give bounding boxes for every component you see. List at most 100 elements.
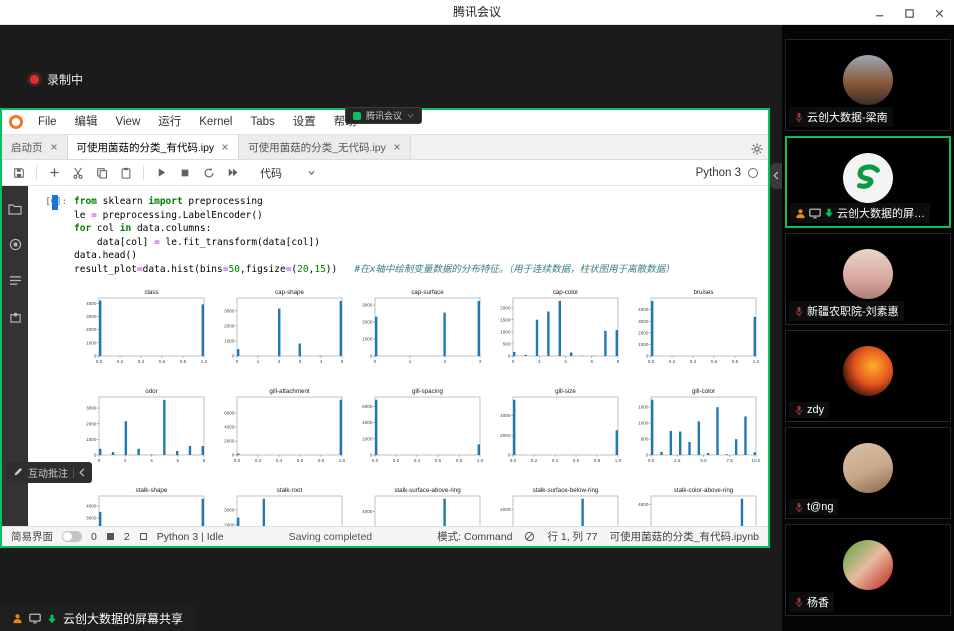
menu-item-6[interactable]: 设置 <box>284 110 325 135</box>
divider <box>73 468 74 478</box>
paste-icon[interactable] <box>119 166 133 178</box>
histogram-gill-color: gill-color0500100015000.02.55.07.510.0 <box>626 385 762 476</box>
mic-muted-icon <box>794 501 804 513</box>
svg-text:bruises: bruises <box>694 289 714 296</box>
participant-tile-4[interactable]: t@ng <box>785 427 951 519</box>
svg-text:2000: 2000 <box>638 330 649 335</box>
toolbar-separator <box>36 165 37 180</box>
extension-icon[interactable] <box>9 308 22 326</box>
stop-icon[interactable] <box>178 167 192 179</box>
svg-text:1000: 1000 <box>638 421 649 426</box>
tab-1[interactable]: 可使用菌菇的分类_有代码.ipy <box>68 135 240 159</box>
svg-text:0: 0 <box>370 354 373 359</box>
toc-icon[interactable] <box>9 272 22 290</box>
svg-text:cap-shape: cap-shape <box>275 289 304 296</box>
command-mode-label[interactable]: 模式: Command <box>437 529 512 544</box>
histogram-class: class010002000300040000.00.20.40.60.81.0 <box>74 286 210 377</box>
close-tab-icon[interactable] <box>393 142 401 153</box>
restart-icon[interactable] <box>202 166 216 178</box>
histogram-cap-shape: cap-shape0100020003000012345 <box>212 286 348 377</box>
svg-text:4000: 4000 <box>362 509 373 514</box>
maximize-button[interactable] <box>894 0 924 25</box>
svg-text:0: 0 <box>646 354 649 359</box>
svg-text:0.4: 0.4 <box>138 359 145 364</box>
svg-text:2: 2 <box>278 359 281 364</box>
kernel-indicator[interactable]: Python 3 <box>696 167 758 179</box>
svg-text:cap-surface: cap-surface <box>411 289 444 296</box>
statusbar-filename: 可使用菌菇的分类_有代码.ipynb <box>610 529 759 544</box>
svg-text:0.2: 0.2 <box>531 458 538 463</box>
tab-2[interactable]: 可使用菌菇的分类_无代码.ipy <box>239 135 411 159</box>
share-arrow-icon <box>47 611 57 625</box>
close-tab-icon[interactable] <box>50 142 58 153</box>
svg-text:6000: 6000 <box>362 404 373 409</box>
menu-item-5[interactable]: Tabs <box>242 110 284 135</box>
toolbar-separator <box>143 165 144 180</box>
svg-text:0: 0 <box>508 453 511 458</box>
screen-share-icon <box>809 207 821 219</box>
save-icon[interactable] <box>12 166 26 178</box>
participant-name-tag: zdy <box>789 402 829 418</box>
minimize-button[interactable] <box>864 0 894 25</box>
code-editor[interactable]: from sklearn import preprocessingle = pr… <box>74 195 675 276</box>
histogram-cap-surface: cap-surface01000200030000123 <box>350 286 486 377</box>
menu-item-4[interactable]: Kernel <box>190 110 241 135</box>
folder-icon[interactable] <box>8 200 22 218</box>
svg-text:1: 1 <box>257 359 260 364</box>
gear-icon[interactable] <box>751 140 763 158</box>
svg-text:0.2: 0.2 <box>393 458 400 463</box>
svg-text:0.6: 0.6 <box>435 458 442 463</box>
svg-text:6: 6 <box>176 458 179 463</box>
svg-text:4000: 4000 <box>500 507 511 512</box>
notification-off-icon[interactable] <box>524 531 535 543</box>
participant-tile-5[interactable]: 杨香 <box>785 524 951 616</box>
chevron-left-icon[interactable] <box>79 467 85 478</box>
sidebar-collapse-handle[interactable] <box>770 163 782 189</box>
participant-name: zdy <box>807 404 824 416</box>
code-line: for col in data.columns: <box>74 222 675 236</box>
histogram-stalk-surface-below-ring: stalk-surface-below-ring0200040000123 <box>488 484 624 526</box>
add-cell-icon[interactable] <box>47 167 61 179</box>
kernel-status-text: Python 3 | Idle <box>157 531 224 543</box>
restart-run-all-icon[interactable] <box>226 167 240 179</box>
svg-text:0.0: 0.0 <box>648 458 655 463</box>
chevron-down-icon[interactable] <box>407 111 414 121</box>
meeting-floating-toolbar[interactable]: 腾讯会议 <box>345 107 422 124</box>
svg-text:4000: 4000 <box>638 307 649 312</box>
participant-tile-3[interactable]: zdy <box>785 330 951 422</box>
menu-item-1[interactable]: 编辑 <box>66 110 107 135</box>
code-cell: [6]: from sklearn import preprocessingle… <box>28 195 768 276</box>
jupyter-statusbar: 简易界面 0 2 Python 3 | Idle Saving complete… <box>2 526 768 546</box>
cut-icon[interactable] <box>71 166 85 178</box>
simple-mode-toggle[interactable] <box>62 531 82 542</box>
menu-item-0[interactable]: File <box>29 110 66 135</box>
minimize-icon <box>874 6 885 20</box>
svg-text:4000: 4000 <box>224 425 235 430</box>
participant-tile-0[interactable]: 云创大数据-梁南 <box>785 39 951 131</box>
running-icon[interactable] <box>9 236 22 254</box>
svg-text:4: 4 <box>150 458 153 463</box>
participant-tile-2[interactable]: 新疆农职院-刘素惠 <box>785 233 951 325</box>
svg-text:1000: 1000 <box>362 337 373 342</box>
svg-text:5: 5 <box>341 359 344 364</box>
menu-item-2[interactable]: View <box>107 110 150 135</box>
svg-text:8: 8 <box>203 458 206 463</box>
svg-text:500: 500 <box>641 437 649 442</box>
svg-text:1000: 1000 <box>86 437 97 442</box>
jupyter-tabbar: 启动页可使用菌菇的分类_有代码.ipy可使用菌菇的分类_无代码.ipy <box>2 135 768 160</box>
mic-muted-icon <box>794 305 804 317</box>
cell-type-dropdown[interactable]: 代码 <box>254 164 321 182</box>
copy-icon[interactable] <box>95 166 109 178</box>
cell-collapser[interactable] <box>52 195 58 210</box>
run-icon[interactable] <box>154 167 168 179</box>
close-tab-icon[interactable] <box>221 142 229 153</box>
annotation-tool-pill[interactable]: 互动批注 <box>6 462 92 483</box>
menu-item-3[interactable]: 运行 <box>149 110 190 135</box>
svg-text:2000: 2000 <box>500 305 511 310</box>
svg-text:4000: 4000 <box>86 301 97 306</box>
svg-text:0.4: 0.4 <box>552 458 559 463</box>
close-button[interactable] <box>924 0 954 25</box>
tab-0[interactable]: 启动页 <box>2 135 68 159</box>
mic-muted-icon <box>794 596 804 608</box>
participant-tile-1[interactable]: 云创大数据的屏… <box>785 136 951 228</box>
